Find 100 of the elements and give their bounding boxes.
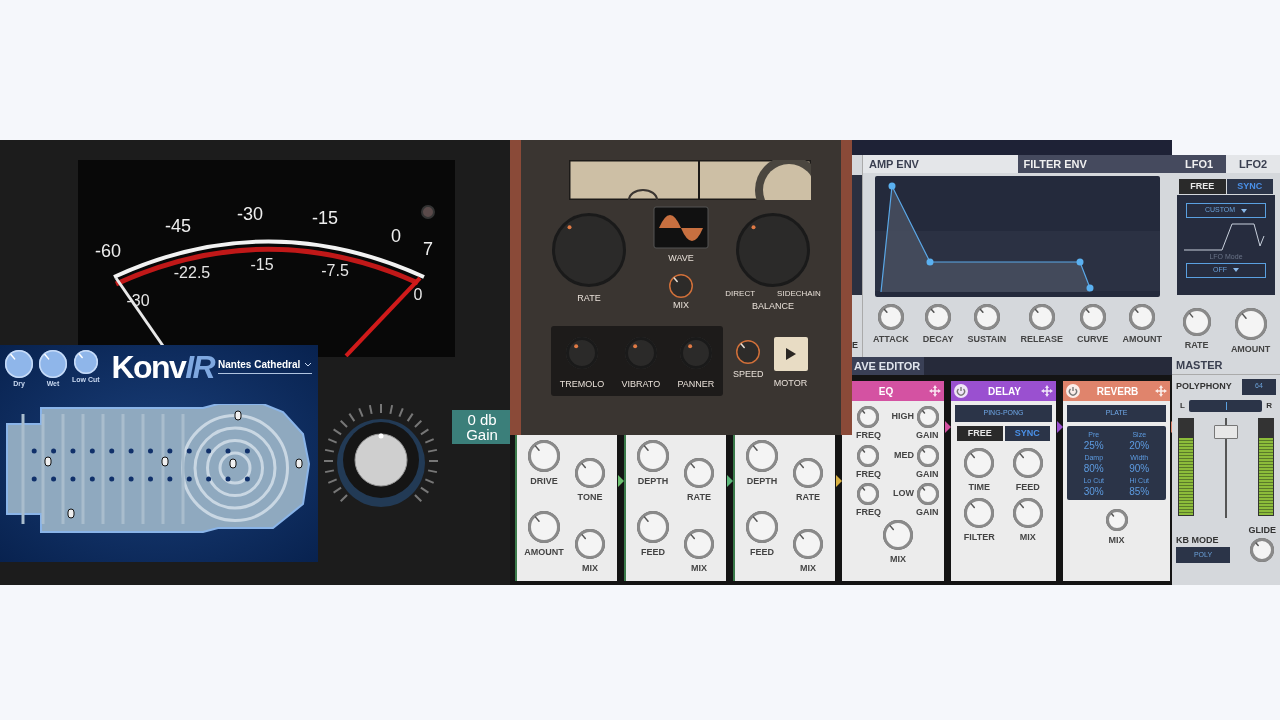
knob-label: SUSTAIN xyxy=(967,333,1007,346)
knob-label: VIBRATO xyxy=(621,378,661,391)
knob-label: SIDECHAIN xyxy=(777,288,821,300)
parameter-value: 85% xyxy=(1129,486,1150,497)
parameter-value: 90% xyxy=(1129,463,1150,474)
logo: KonvIR xyxy=(111,349,215,385)
knob-label: TIME xyxy=(968,481,990,494)
pan-left-label: L xyxy=(1180,399,1185,412)
scale-label: 0 xyxy=(391,226,401,246)
scale-label: 7 xyxy=(423,239,433,259)
knob-label: FREQ xyxy=(856,467,882,481)
preset-dropdown[interactable]: Nantes Cathedral xyxy=(218,357,313,374)
move-icon[interactable] xyxy=(929,385,941,397)
knob-label: ATTACK xyxy=(873,333,909,346)
gain-value: 0 db xyxy=(467,412,497,427)
parameter-value: 30% xyxy=(1083,486,1104,497)
knob-label: GAIN xyxy=(916,467,940,481)
pan-right-label: R xyxy=(1266,399,1272,412)
knob-label: DRIVE xyxy=(530,475,558,488)
knob-label: BALANCE xyxy=(752,300,794,313)
sync-toggle[interactable]: FREE xyxy=(957,426,1003,441)
scale-label: 0 xyxy=(413,286,423,303)
knob-label: MIX xyxy=(890,552,906,566)
knob-label: DECAY xyxy=(922,333,954,346)
knob-label: CURVE xyxy=(1077,333,1109,346)
knob-label: MIX xyxy=(1108,534,1125,547)
caret-icon xyxy=(1233,268,1239,272)
sync-toggle[interactable]: SYNC xyxy=(1226,179,1273,194)
play-button[interactable] xyxy=(773,336,808,371)
tab[interactable]: FILTER ENV xyxy=(1017,155,1172,173)
knob-label: LOW xyxy=(893,487,914,501)
scale-label: -15 xyxy=(250,256,274,273)
scale-label: -30 xyxy=(237,204,263,224)
knob-label: MIX xyxy=(691,562,707,575)
parameter-value: 20% xyxy=(1129,440,1150,451)
knob-label: MED xyxy=(894,448,914,462)
knob-label: FREQ xyxy=(856,429,882,442)
knob-label: FEED xyxy=(641,546,665,559)
module-title: DELAY xyxy=(987,384,1022,399)
knob-label: TREMOLO xyxy=(559,378,605,391)
scale-label: -7.5 xyxy=(321,262,349,279)
parameter-value: 25% xyxy=(1083,440,1104,451)
knob-label: GAIN xyxy=(916,506,940,519)
knob-label: FILTER xyxy=(963,530,995,544)
knob-label: DEPTH xyxy=(637,475,669,488)
scale-label: -22.5 xyxy=(173,264,211,281)
scale-label: -15 xyxy=(312,208,338,228)
knob-label: FEED xyxy=(750,546,774,559)
knob-label: WAVE xyxy=(668,252,694,265)
knob-label: RATE xyxy=(1184,339,1209,352)
knob-label: SPEED xyxy=(733,368,764,382)
section-title: MASTER xyxy=(1172,357,1280,375)
knob-label: DEPTH xyxy=(746,475,778,488)
knob-label: AMOUNT xyxy=(1230,343,1271,356)
knob-label: MIX xyxy=(800,562,816,575)
scale-label: -60 xyxy=(95,241,121,261)
power-icon[interactable] xyxy=(954,384,968,398)
sync-toggle[interactable]: FREE xyxy=(1179,179,1226,194)
chevron-down-icon xyxy=(304,362,313,367)
knob-label: GAIN xyxy=(916,429,940,442)
sine-wave-button[interactable] xyxy=(653,206,709,249)
led-icon xyxy=(421,205,435,219)
parameter-value: 80% xyxy=(1083,463,1104,474)
caret-icon xyxy=(1241,208,1248,213)
knob-label: PANNER xyxy=(677,378,715,391)
envelope-handle[interactable] xyxy=(926,258,934,266)
move-icon[interactable] xyxy=(1041,385,1053,397)
scale-label: -45 xyxy=(165,216,191,236)
fader-thumb xyxy=(1214,424,1238,439)
knob-label: MOTOR xyxy=(773,376,808,390)
field-label: POLYPHONY xyxy=(1176,379,1232,393)
gain-label: Gain xyxy=(466,427,498,442)
envelope-handle[interactable] xyxy=(888,182,896,190)
envelope-handle[interactable] xyxy=(1086,284,1094,292)
knob-label: FEED xyxy=(1015,481,1040,494)
module-title: REVERB xyxy=(1095,384,1140,399)
knob-label: MIX xyxy=(673,298,689,312)
section-title: AVE EDITOR xyxy=(850,357,925,375)
sync-toggle[interactable]: SYNC xyxy=(1004,426,1050,441)
module-title: EQ xyxy=(877,384,895,399)
move-icon[interactable] xyxy=(1155,385,1167,397)
knob-label: RATE xyxy=(577,292,601,305)
knob-label: AMOUNT xyxy=(524,546,564,559)
field-label: KB MODE xyxy=(1176,533,1220,547)
knob-label: DIRECT xyxy=(725,288,756,300)
tab[interactable]: LFO1 xyxy=(1172,155,1226,173)
knob-label: AMOUNT xyxy=(1122,333,1162,346)
power-icon[interactable] xyxy=(1066,384,1080,398)
knob-label: TONE xyxy=(577,491,603,504)
knob-label: MIX xyxy=(1019,530,1036,544)
tab[interactable]: AMP ENV xyxy=(863,155,1018,173)
knob-label: RELEASE xyxy=(1020,333,1063,346)
knob-label: RATE xyxy=(796,491,820,504)
envelope-handle[interactable] xyxy=(1076,258,1084,266)
knob-label: HIGH xyxy=(891,410,914,424)
knob-label: FREQ xyxy=(856,506,882,519)
knob-label: RATE xyxy=(687,491,711,504)
knob-label: E xyxy=(852,338,859,352)
knob-label: GLIDE xyxy=(1248,523,1276,537)
tab[interactable]: LFO2 xyxy=(1226,155,1280,173)
